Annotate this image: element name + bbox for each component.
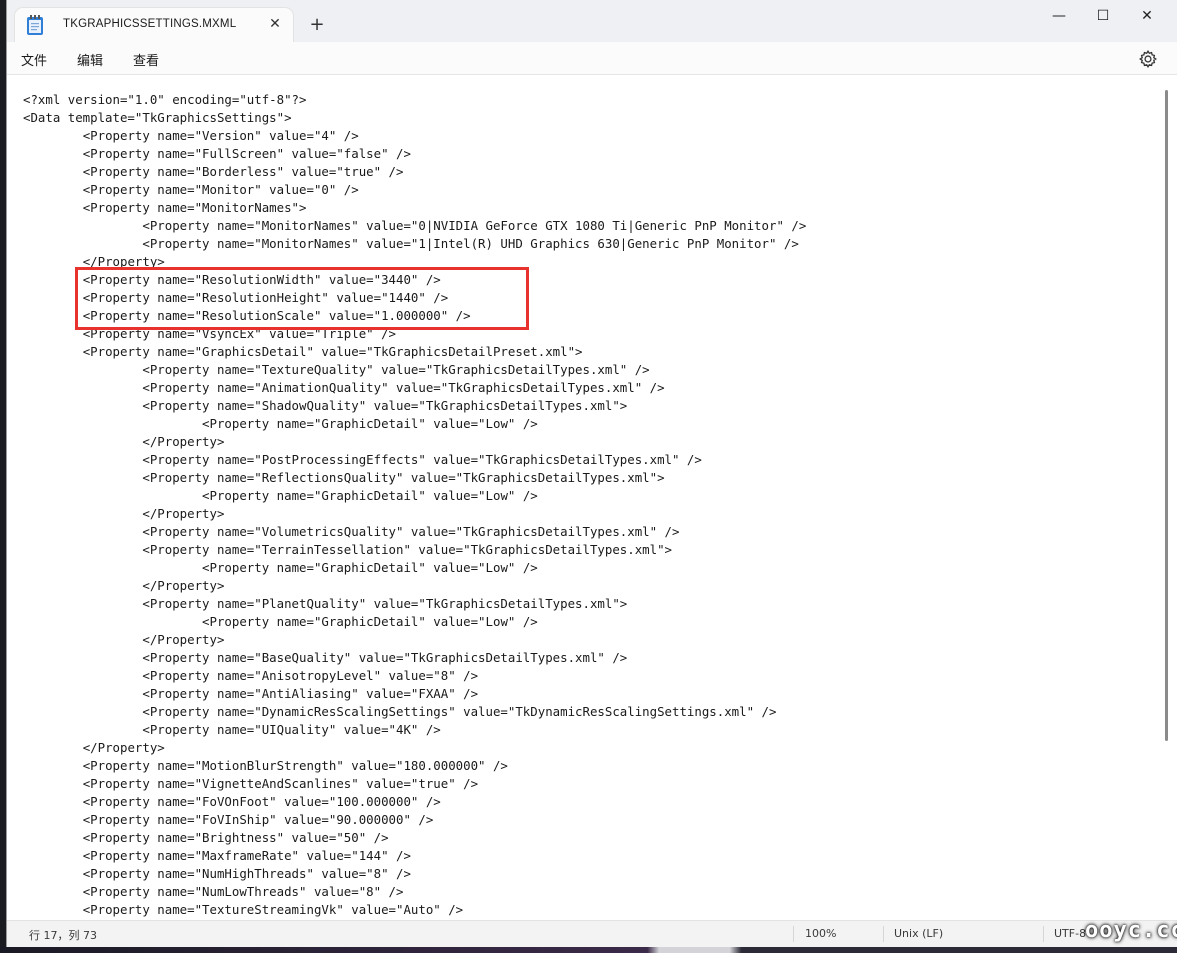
- minimize-button[interactable]: —: [1039, 4, 1079, 28]
- code-line[interactable]: <Property name="NumHighThreads" value="8…: [23, 865, 806, 883]
- status-bar: 行 17，列 73 100% Unix (LF) UTF-8: [7, 920, 1177, 947]
- code-line[interactable]: <Property name="ReflectionsQuality" valu…: [23, 469, 806, 487]
- tab-title: TKGRAPHICSSETTINGS.MXML: [63, 18, 237, 30]
- highlight-box: [75, 267, 529, 330]
- code-line[interactable]: <Property name="AnimationQuality" value=…: [23, 379, 806, 397]
- menu-file[interactable]: 文件: [21, 50, 47, 69]
- code-line[interactable]: <Property name="UIQuality" value="4K" />: [23, 721, 806, 739]
- code-line[interactable]: <Property name="TerrainTessellation" val…: [23, 541, 806, 559]
- new-tab-button[interactable]: +: [305, 14, 329, 38]
- code-line[interactable]: <Property name="AnisotropyLevel" value="…: [23, 667, 806, 685]
- code-line[interactable]: <Property name="ShadowQuality" value="Tk…: [23, 397, 806, 415]
- code-line[interactable]: <Property name="Version" value="4" />: [23, 127, 806, 145]
- code-line[interactable]: <Property name="MonitorNames" value="1|I…: [23, 235, 806, 253]
- tab-close-icon[interactable]: ✕: [265, 14, 285, 34]
- menu-edit[interactable]: 编辑: [77, 50, 103, 69]
- code-line[interactable]: <Property name="GraphicDetail" value="Lo…: [23, 613, 806, 631]
- code-line[interactable]: <Property name="Borderless" value="true"…: [23, 163, 806, 181]
- code-line[interactable]: <Property name="AntiAliasing" value="FXA…: [23, 685, 806, 703]
- code-line[interactable]: <Property name="FoVInShip" value="90.000…: [23, 811, 806, 829]
- status-divider: [793, 926, 794, 942]
- line-ending[interactable]: Unix (LF): [894, 927, 943, 940]
- code-line[interactable]: </Property>: [23, 631, 806, 649]
- code-line[interactable]: <Property name="GraphicsDetail" value="T…: [23, 343, 806, 361]
- status-divider: [883, 926, 884, 942]
- code-line[interactable]: <?xml version="1.0" encoding="utf-8"?>: [23, 91, 806, 109]
- status-divider: [1043, 926, 1044, 942]
- code-line[interactable]: <Property name="FoVOnFoot" value="100.00…: [23, 793, 806, 811]
- zoom-level[interactable]: 100%: [805, 927, 836, 940]
- vertical-scrollbar[interactable]: [1165, 90, 1168, 741]
- tab-tkgraphicssettings[interactable]: TKGRAPHICSSETTINGS.MXML ✕: [15, 8, 293, 42]
- code-line[interactable]: <Property name="FullScreen" value="false…: [23, 145, 806, 163]
- code-line[interactable]: <Property name="NumLowThreads" value="8"…: [23, 883, 806, 901]
- code-line[interactable]: <Property name="TextureQuality" value="T…: [23, 361, 806, 379]
- code-line[interactable]: <Property name="Brightness" value="50" /…: [23, 829, 806, 847]
- code-line[interactable]: </Property>: [23, 505, 806, 523]
- notepad-icon: [25, 14, 45, 36]
- code-line[interactable]: <Property name="MonitorNames" value="0|N…: [23, 217, 806, 235]
- watermark: ooyc.cc: [1085, 918, 1177, 943]
- code-line[interactable]: <Property name="MonitorNames">: [23, 199, 806, 217]
- code-line[interactable]: </Property>: [23, 739, 806, 757]
- code-line[interactable]: <Property name="PlanetQuality" value="Tk…: [23, 595, 806, 613]
- code-line[interactable]: <Property name="DynamicResScalingSetting…: [23, 703, 806, 721]
- menu-bar: 文件 编辑 查看: [7, 42, 1177, 75]
- menu-view[interactable]: 查看: [133, 50, 159, 69]
- encoding[interactable]: UTF-8: [1054, 927, 1086, 940]
- code-line[interactable]: <Property name="VolumetricsQuality" valu…: [23, 523, 806, 541]
- title-bar: TKGRAPHICSSETTINGS.MXML ✕ + — ☐ ✕: [7, 0, 1177, 42]
- code-line[interactable]: <Property name="GraphicDetail" value="Lo…: [23, 487, 806, 505]
- code-line[interactable]: <Property name="GraphicDetail" value="Lo…: [23, 415, 806, 433]
- text-editor[interactable]: <?xml version="1.0" encoding="utf-8"?> <D…: [7, 75, 1177, 920]
- desktop-strip: [0, 947, 1177, 953]
- code-line[interactable]: <Property name="TextureStreamingVk" valu…: [23, 901, 806, 919]
- code-line[interactable]: <Property name="BaseQuality" value="TkGr…: [23, 649, 806, 667]
- code-line[interactable]: <Property name="VignetteAndScanlines" va…: [23, 775, 806, 793]
- code-line[interactable]: </Property>: [23, 433, 806, 451]
- close-button[interactable]: ✕: [1127, 4, 1167, 28]
- settings-gear-icon[interactable]: [1137, 48, 1159, 70]
- cursor-position: 行 17，列 73: [29, 929, 97, 942]
- code-line[interactable]: <Property name="GraphicDetail" value="Lo…: [23, 559, 806, 577]
- editor-content[interactable]: <?xml version="1.0" encoding="utf-8"?> <D…: [23, 91, 806, 919]
- code-line[interactable]: <Property name="MotionBlurStrength" valu…: [23, 757, 806, 775]
- code-line[interactable]: </Property>: [23, 577, 806, 595]
- notepad-window: TKGRAPHICSSETTINGS.MXML ✕ + — ☐ ✕ 文件 编辑 …: [6, 0, 1177, 947]
- code-line[interactable]: <Property name="PostProcessingEffects" v…: [23, 451, 806, 469]
- code-line[interactable]: <Data template="TkGraphicsSettings">: [23, 109, 806, 127]
- code-line[interactable]: <Property name="MaxframeRate" value="144…: [23, 847, 806, 865]
- code-line[interactable]: <Property name="Monitor" value="0" />: [23, 181, 806, 199]
- maximize-button[interactable]: ☐: [1083, 4, 1123, 28]
